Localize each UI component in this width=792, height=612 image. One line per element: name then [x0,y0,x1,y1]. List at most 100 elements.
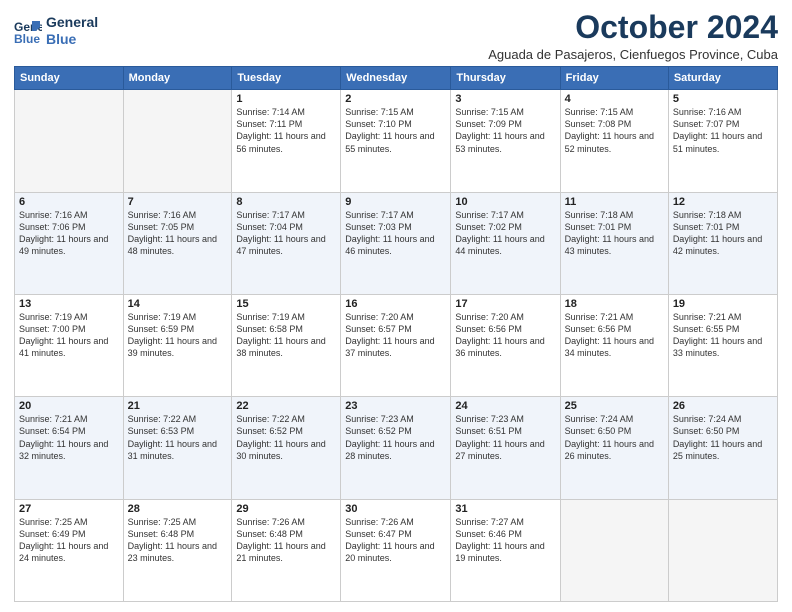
day-info: Sunrise: 7:19 AMSunset: 6:59 PMDaylight:… [128,311,228,360]
day-info: Sunrise: 7:25 AMSunset: 6:48 PMDaylight:… [128,516,228,565]
calendar-cell: 8Sunrise: 7:17 AMSunset: 7:04 PMDaylight… [232,192,341,294]
day-info: Sunrise: 7:26 AMSunset: 6:48 PMDaylight:… [236,516,336,565]
day-info: Sunrise: 7:17 AMSunset: 7:04 PMDaylight:… [236,209,336,258]
day-number: 24 [455,400,555,412]
calendar-cell [123,90,232,192]
calendar-week-1: 1Sunrise: 7:14 AMSunset: 7:11 PMDaylight… [15,90,778,192]
month-title: October 2024 [488,10,778,45]
day-number: 7 [128,196,228,208]
calendar-cell: 24Sunrise: 7:23 AMSunset: 6:51 PMDayligh… [451,397,560,499]
calendar-cell [668,499,777,601]
calendar-cell: 26Sunrise: 7:24 AMSunset: 6:50 PMDayligh… [668,397,777,499]
day-number: 1 [236,93,336,105]
day-number: 19 [673,298,773,310]
day-info: Sunrise: 7:18 AMSunset: 7:01 PMDaylight:… [565,209,664,258]
day-info: Sunrise: 7:21 AMSunset: 6:56 PMDaylight:… [565,311,664,360]
calendar-cell: 20Sunrise: 7:21 AMSunset: 6:54 PMDayligh… [15,397,124,499]
calendar-table: SundayMondayTuesdayWednesdayThursdayFrid… [14,66,778,602]
logo-text-line2: Blue [46,31,98,48]
calendar-cell: 25Sunrise: 7:24 AMSunset: 6:50 PMDayligh… [560,397,668,499]
calendar-cell: 23Sunrise: 7:23 AMSunset: 6:52 PMDayligh… [341,397,451,499]
calendar-cell: 9Sunrise: 7:17 AMSunset: 7:03 PMDaylight… [341,192,451,294]
page: General Blue General Blue October 2024 A… [0,0,792,612]
logo: General Blue General Blue [14,14,98,48]
calendar-cell: 4Sunrise: 7:15 AMSunset: 7:08 PMDaylight… [560,90,668,192]
calendar-cell: 11Sunrise: 7:18 AMSunset: 7:01 PMDayligh… [560,192,668,294]
title-block: October 2024 Aguada de Pasajeros, Cienfu… [488,10,778,62]
day-number: 6 [19,196,119,208]
day-info: Sunrise: 7:15 AMSunset: 7:08 PMDaylight:… [565,106,664,155]
calendar-cell: 27Sunrise: 7:25 AMSunset: 6:49 PMDayligh… [15,499,124,601]
col-header-monday: Monday [123,67,232,90]
day-info: Sunrise: 7:26 AMSunset: 6:47 PMDaylight:… [345,516,446,565]
day-number: 5 [673,93,773,105]
day-info: Sunrise: 7:20 AMSunset: 6:56 PMDaylight:… [455,311,555,360]
calendar-cell: 21Sunrise: 7:22 AMSunset: 6:53 PMDayligh… [123,397,232,499]
calendar-cell [15,90,124,192]
day-number: 9 [345,196,446,208]
col-header-saturday: Saturday [668,67,777,90]
day-number: 28 [128,503,228,515]
calendar-cell: 12Sunrise: 7:18 AMSunset: 7:01 PMDayligh… [668,192,777,294]
day-number: 3 [455,93,555,105]
day-number: 11 [565,196,664,208]
day-info: Sunrise: 7:15 AMSunset: 7:09 PMDaylight:… [455,106,555,155]
calendar-cell: 7Sunrise: 7:16 AMSunset: 7:05 PMDaylight… [123,192,232,294]
calendar-cell: 6Sunrise: 7:16 AMSunset: 7:06 PMDaylight… [15,192,124,294]
calendar-cell: 19Sunrise: 7:21 AMSunset: 6:55 PMDayligh… [668,294,777,396]
day-info: Sunrise: 7:25 AMSunset: 6:49 PMDaylight:… [19,516,119,565]
calendar-week-5: 27Sunrise: 7:25 AMSunset: 6:49 PMDayligh… [15,499,778,601]
day-number: 22 [236,400,336,412]
day-number: 18 [565,298,664,310]
day-number: 16 [345,298,446,310]
day-number: 26 [673,400,773,412]
day-info: Sunrise: 7:18 AMSunset: 7:01 PMDaylight:… [673,209,773,258]
day-info: Sunrise: 7:16 AMSunset: 7:06 PMDaylight:… [19,209,119,258]
day-number: 12 [673,196,773,208]
calendar-week-2: 6Sunrise: 7:16 AMSunset: 7:06 PMDaylight… [15,192,778,294]
day-info: Sunrise: 7:17 AMSunset: 7:02 PMDaylight:… [455,209,555,258]
day-number: 13 [19,298,119,310]
day-info: Sunrise: 7:16 AMSunset: 7:07 PMDaylight:… [673,106,773,155]
day-info: Sunrise: 7:27 AMSunset: 6:46 PMDaylight:… [455,516,555,565]
calendar-cell: 14Sunrise: 7:19 AMSunset: 6:59 PMDayligh… [123,294,232,396]
day-number: 10 [455,196,555,208]
day-info: Sunrise: 7:15 AMSunset: 7:10 PMDaylight:… [345,106,446,155]
col-header-wednesday: Wednesday [341,67,451,90]
day-info: Sunrise: 7:16 AMSunset: 7:05 PMDaylight:… [128,209,228,258]
calendar-cell: 29Sunrise: 7:26 AMSunset: 6:48 PMDayligh… [232,499,341,601]
header: General Blue General Blue October 2024 A… [14,10,778,62]
logo-text-line1: General [46,14,98,31]
svg-text:Blue: Blue [14,32,40,45]
calendar-cell: 10Sunrise: 7:17 AMSunset: 7:02 PMDayligh… [451,192,560,294]
col-header-thursday: Thursday [451,67,560,90]
day-number: 27 [19,503,119,515]
col-header-tuesday: Tuesday [232,67,341,90]
calendar-cell: 5Sunrise: 7:16 AMSunset: 7:07 PMDaylight… [668,90,777,192]
col-header-sunday: Sunday [15,67,124,90]
day-info: Sunrise: 7:20 AMSunset: 6:57 PMDaylight:… [345,311,446,360]
day-number: 30 [345,503,446,515]
calendar-cell: 28Sunrise: 7:25 AMSunset: 6:48 PMDayligh… [123,499,232,601]
calendar-cell: 17Sunrise: 7:20 AMSunset: 6:56 PMDayligh… [451,294,560,396]
day-info: Sunrise: 7:21 AMSunset: 6:55 PMDaylight:… [673,311,773,360]
day-info: Sunrise: 7:19 AMSunset: 6:58 PMDaylight:… [236,311,336,360]
day-number: 14 [128,298,228,310]
calendar-week-3: 13Sunrise: 7:19 AMSunset: 7:00 PMDayligh… [15,294,778,396]
calendar-cell: 18Sunrise: 7:21 AMSunset: 6:56 PMDayligh… [560,294,668,396]
calendar-cell: 30Sunrise: 7:26 AMSunset: 6:47 PMDayligh… [341,499,451,601]
day-number: 15 [236,298,336,310]
day-number: 17 [455,298,555,310]
day-info: Sunrise: 7:14 AMSunset: 7:11 PMDaylight:… [236,106,336,155]
day-info: Sunrise: 7:24 AMSunset: 6:50 PMDaylight:… [673,413,773,462]
calendar-cell: 13Sunrise: 7:19 AMSunset: 7:00 PMDayligh… [15,294,124,396]
calendar-header-row: SundayMondayTuesdayWednesdayThursdayFrid… [15,67,778,90]
day-number: 21 [128,400,228,412]
day-info: Sunrise: 7:22 AMSunset: 6:53 PMDaylight:… [128,413,228,462]
calendar-cell: 16Sunrise: 7:20 AMSunset: 6:57 PMDayligh… [341,294,451,396]
day-info: Sunrise: 7:19 AMSunset: 7:00 PMDaylight:… [19,311,119,360]
logo-icon: General Blue [14,17,42,45]
calendar-week-4: 20Sunrise: 7:21 AMSunset: 6:54 PMDayligh… [15,397,778,499]
day-info: Sunrise: 7:24 AMSunset: 6:50 PMDaylight:… [565,413,664,462]
calendar-cell [560,499,668,601]
